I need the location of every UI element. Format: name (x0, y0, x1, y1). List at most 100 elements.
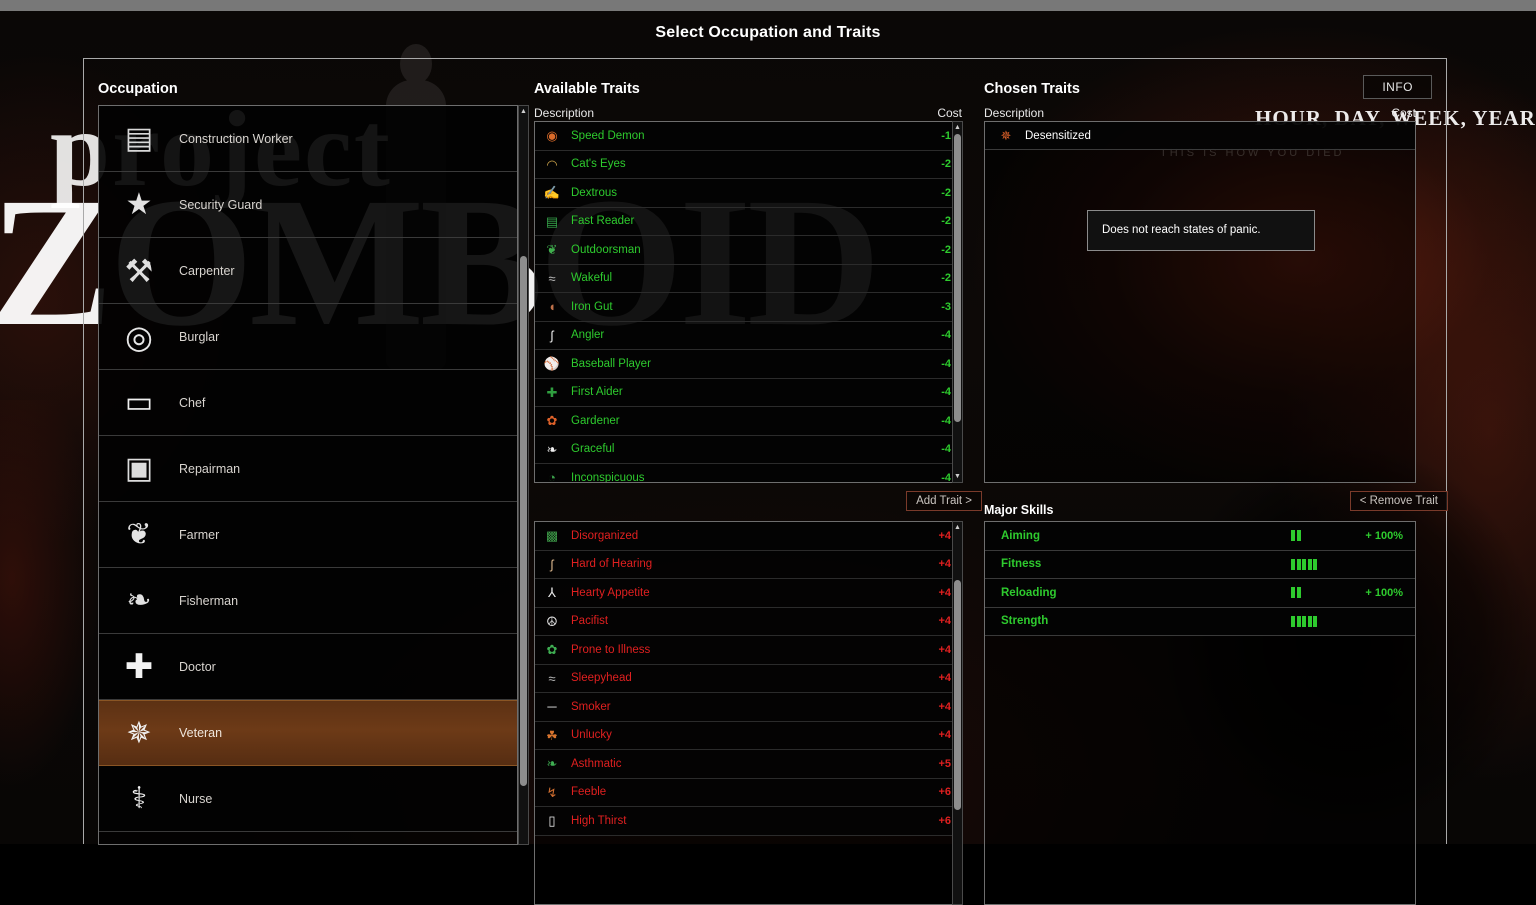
trait-cost: -3 (941, 301, 951, 313)
trait-name: Prone to Illness (571, 644, 938, 656)
occupation-label: Doctor (179, 660, 216, 674)
chosen-traits-heading: Chosen Traits (984, 81, 1080, 97)
trait-cost: +4 (938, 729, 951, 741)
occupation-row-carpenter[interactable]: ⚒Carpenter (99, 238, 517, 304)
weak-arm-icon: ↯ (543, 783, 561, 801)
fingerprint-icon: ◎ (113, 311, 165, 363)
trait-row[interactable]: ✍Dextrous-2 (535, 179, 961, 208)
trait-name: Hard of Hearing (571, 558, 938, 570)
badge-icon: ★ (113, 179, 165, 231)
lungs-icon: ❧ (543, 755, 561, 773)
cigarette-icon: ─ (543, 698, 561, 716)
occupation-label: Nurse (179, 792, 212, 806)
peace-icon: ☮ (543, 612, 561, 630)
occupation-scrollbar-thumb[interactable] (520, 256, 527, 786)
positive-traits-scrollbar-thumb[interactable] (954, 134, 961, 422)
trait-cost: -2 (941, 215, 951, 227)
trait-cost: -4 (941, 415, 951, 427)
trait-cost: +4 (938, 558, 951, 570)
occupation-row-construction-worker[interactable]: ▤Construction Worker (99, 106, 517, 172)
occupation-label: Security Guard (179, 198, 262, 212)
trait-row[interactable]: ◔Inconspicuous-4 (535, 464, 961, 483)
trait-row[interactable]: ❧Graceful-4 (535, 436, 961, 465)
occupation-row-doctor[interactable]: ✚ Doctor (99, 634, 517, 700)
trait-row[interactable]: ✿Gardener-4 (535, 407, 961, 436)
skill-row: Strength (985, 608, 1415, 637)
trait-row[interactable]: ❧Asthmatic+5 (535, 750, 961, 779)
trait-row[interactable]: ▩Disorganized+4 (535, 522, 961, 551)
trait-row[interactable]: ─Smoker+4 (535, 693, 961, 722)
trait-row[interactable]: ≈Sleepyhead+4 (535, 665, 961, 694)
bricks-icon: ▤ (113, 113, 165, 165)
occupation-label: Veteran (179, 726, 222, 740)
occupation-row-security-guard[interactable]: ★ Security Guard (99, 172, 517, 238)
scroll-up-icon[interactable]: ▲ (520, 107, 527, 116)
trait-name: Angler (571, 329, 941, 341)
occupation-row-repairman[interactable]: ▣Repairman (99, 436, 517, 502)
trait-cost: +6 (938, 815, 951, 827)
major-skills-list: Aiming+ 100%FitnessReloading+ 100%Streng… (984, 521, 1416, 905)
skill-row: Aiming+ 100% (985, 522, 1415, 551)
occupation-row-fisherman[interactable]: ❧Fisherman (99, 568, 517, 634)
scroll-up-icon[interactable]: ▲ (954, 123, 961, 132)
trait-row[interactable]: ✿Prone to Illness+4 (535, 636, 961, 665)
trait-cost: -2 (941, 187, 951, 199)
negative-traits-list[interactable]: ▩Disorganized+4ʃHard of Hearing+4⅄Hearty… (534, 521, 962, 905)
positive-traits-list[interactable]: ◉Speed Demon-1◠Cat's Eyes-2✍Dextrous-2▤F… (534, 121, 962, 483)
remove-trait-button[interactable]: < Remove Trait (1350, 491, 1448, 511)
medical-cross-icon: ✚ (113, 641, 165, 693)
chosen-trait-row[interactable]: ✵Desensitized (985, 122, 1415, 150)
occupation-label: Chef (179, 396, 205, 410)
skill-bar-segment (1302, 559, 1306, 570)
occupation-row-farmer[interactable]: ❦Farmer (99, 502, 517, 568)
trait-row[interactable]: ◠Cat's Eyes-2 (535, 151, 961, 180)
occupation-row-chef[interactable]: ▭Chef (99, 370, 517, 436)
occupation-row-burglar[interactable]: ◎Burglar (99, 304, 517, 370)
trait-row[interactable]: ≈Wakeful-2 (535, 265, 961, 294)
column-header-cost: Cost (1391, 106, 1416, 120)
trait-name: Smoker (571, 701, 938, 713)
trait-row[interactable]: ☘Unlucky+4 (535, 722, 961, 751)
trait-row[interactable]: ⚾Baseball Player-4 (535, 350, 961, 379)
occupation-scrollbar[interactable]: ▲ (518, 105, 529, 845)
skill-row: Reloading+ 100% (985, 579, 1415, 608)
trait-cost: +4 (938, 644, 951, 656)
skill-bar-segment (1297, 587, 1301, 598)
occupation-list[interactable]: ▤Construction Worker ★ Security Guard ⚒Carp… (98, 105, 518, 845)
sleep-zzz-icon: ≈ (543, 269, 561, 287)
negative-traits-scrollbar[interactable]: ▲ (952, 521, 963, 905)
chosen-traits-list[interactable]: ✵DesensitizedDoes not reach states of pa… (984, 121, 1416, 483)
trait-row[interactable]: ⅄Hearty Appetite+4 (535, 579, 961, 608)
skill-bar-segment (1297, 559, 1301, 570)
trait-row[interactable]: ʃAngler-4 (535, 322, 961, 351)
trait-row[interactable]: ʃHard of Hearing+4 (535, 551, 961, 580)
trait-row[interactable]: ◉Speed Demon-1 (535, 122, 961, 151)
character-creation-dialog: Occupation ▤Construction Worker★Security… (83, 58, 1447, 844)
info-button[interactable]: INFO (1363, 75, 1432, 99)
trait-name: Gardener (571, 415, 941, 427)
trait-row[interactable]: ◖Iron Gut-3 (535, 293, 961, 322)
negative-traits-scrollbar-thumb[interactable] (954, 580, 961, 810)
add-trait-button[interactable]: Add Trait > (906, 491, 982, 511)
trait-row[interactable]: ▤Fast Reader-2 (535, 208, 961, 237)
trait-cost: -4 (941, 358, 951, 370)
trait-name: Sleepyhead (571, 672, 938, 684)
scroll-up-icon[interactable]: ▲ (954, 523, 961, 532)
trait-row[interactable]: ✚First Aider-4 (535, 379, 961, 408)
trait-name: Asthmatic (571, 758, 938, 770)
trait-cost: -4 (941, 472, 951, 483)
skill-bar-segment (1302, 616, 1306, 627)
hammer-icon: ⚒ (113, 245, 165, 297)
major-skills-heading: Major Skills (984, 503, 1053, 517)
trait-name: Speed Demon (571, 130, 941, 142)
positive-traits-scrollbar[interactable]: ▲ ▼ (952, 121, 963, 483)
trait-row[interactable]: ☮Pacifist+4 (535, 608, 961, 637)
trait-row[interactable]: ↯Feeble+6 (535, 779, 961, 808)
scroll-down-icon[interactable]: ▼ (954, 472, 961, 481)
trait-row[interactable]: ❦Outdoorsman-2 (535, 236, 961, 265)
trait-name: High Thirst (571, 815, 938, 827)
trait-row[interactable]: ▯High Thirst+6 (535, 807, 961, 836)
occupation-row-nurse[interactable]: ⚕Nurse (99, 766, 517, 832)
occupation-row-veteran[interactable]: ✵Veteran (99, 700, 517, 766)
occupation-label: Fisherman (179, 594, 238, 608)
